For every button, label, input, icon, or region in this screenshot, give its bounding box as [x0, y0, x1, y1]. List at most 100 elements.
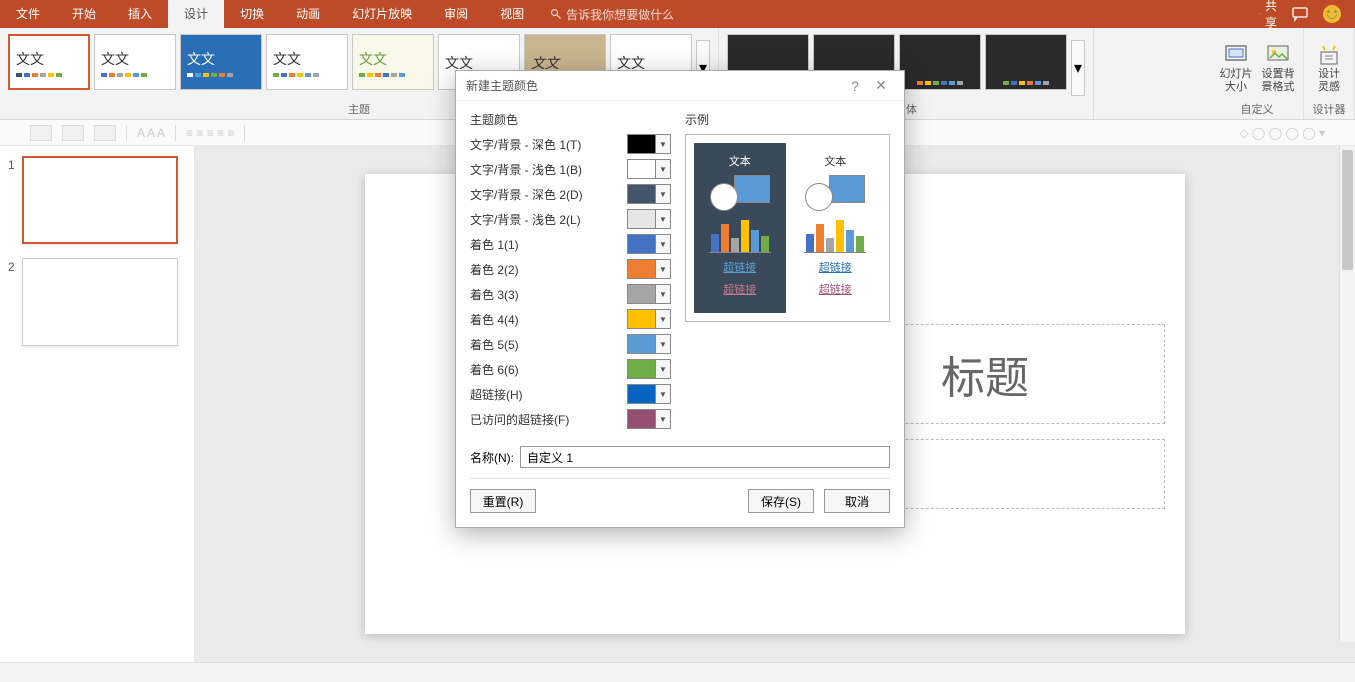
tell-me-search[interactable]: 告诉我你想要做什么 — [540, 6, 684, 23]
chevron-down-icon: ▼ — [656, 235, 670, 253]
color-row-9: 着色 6(6)▼ — [470, 359, 671, 379]
slide-size-icon — [1224, 44, 1248, 66]
preview-box: 文本 超链接 超链接 文本 超链接 超链接 — [685, 134, 890, 322]
color-label-1: 文字/背景 - 浅色 1(B) — [470, 161, 627, 178]
color-row-3: 文字/背景 - 浅色 2(L) ▼ — [470, 209, 671, 229]
color-swatch-3[interactable]: ▼ — [627, 209, 671, 229]
tab-home[interactable]: 开始 — [56, 0, 112, 28]
scroll-thumb[interactable] — [1342, 150, 1353, 270]
color-swatch-2[interactable]: ▼ — [627, 184, 671, 204]
themes-group-label: 主题 — [348, 101, 370, 117]
tab-review[interactable]: 审阅 — [428, 0, 484, 28]
tab-insert[interactable]: 插入 — [112, 0, 168, 28]
variant-thumb-4[interactable] — [985, 34, 1067, 90]
color-label-2: 文字/背景 - 深色 2(D) — [470, 186, 627, 203]
color-swatch-4[interactable]: ▼ — [627, 234, 671, 254]
color-row-11: 已访问的超链接(F)▼ — [470, 409, 671, 429]
slide-thumb-2[interactable] — [22, 258, 178, 346]
dialog-titlebar[interactable]: 新建主题颜色 ? ✕ — [456, 71, 904, 101]
color-label-4: 着色 1(1) — [470, 236, 627, 253]
dialog-close-button[interactable]: ✕ — [868, 73, 894, 99]
dialog-title: 新建主题颜色 — [466, 77, 538, 94]
color-row-0: 文字/背景 - 深色 1(T) ▼ — [470, 134, 671, 154]
theme-thumb-2[interactable]: 文文 — [94, 34, 176, 90]
color-row-5: 着色 2(2) ▼ — [470, 259, 671, 279]
theme-thumb-5[interactable]: 文文 — [352, 34, 434, 90]
preview-dark: 文本 超链接 超链接 — [694, 143, 786, 313]
color-label-3: 文字/背景 - 浅色 2(L) — [470, 211, 627, 228]
slide-thumbnails[interactable]: 1 2 — [0, 146, 195, 662]
ribbon-tabs: 文件 开始 插入 设计 切换 动画 幻灯片放映 审阅 视图 告诉我你想要做什么 … — [0, 0, 1355, 28]
preview-light: 文本 超链接 超链接 — [790, 143, 882, 313]
chevron-down-icon: ▼ — [656, 260, 670, 278]
theme-thumb-4[interactable]: 文文 — [266, 34, 348, 90]
font-ph: A A A — [137, 126, 165, 140]
title-text: 标题 — [941, 342, 1029, 406]
shape-ph: ◇ ◯ ◯ ◯ ◯ ▾ — [1239, 126, 1325, 140]
align-ph: ≡ ≡ ≡ ≡ ≡ — [186, 126, 234, 140]
designer-group-label: 设计器 — [1313, 101, 1346, 117]
status-bar — [0, 662, 1355, 682]
vertical-scrollbar[interactable] — [1339, 146, 1355, 642]
save-button[interactable]: 保存(S) — [748, 489, 814, 513]
chevron-down-icon: ▼ — [656, 210, 670, 228]
sample-label: 示例 — [685, 111, 890, 128]
tab-animation[interactable]: 动画 — [280, 0, 336, 28]
share-icon — [1259, 7, 1261, 21]
share-button[interactable]: 共享 — [1259, 5, 1277, 23]
tab-design[interactable]: 设计 — [168, 0, 224, 28]
customize-group-label: 自定义 — [1241, 101, 1274, 117]
ideas-icon — [1317, 44, 1341, 66]
color-swatch-7[interactable]: ▼ — [627, 309, 671, 329]
ph-3 — [94, 125, 116, 141]
comments-button[interactable] — [1291, 5, 1309, 23]
color-label-6: 着色 3(3) — [470, 286, 627, 303]
color-label-8: 着色 5(5) — [470, 336, 627, 353]
slide-thumb-1[interactable] — [22, 156, 178, 244]
tab-slideshow[interactable]: 幻灯片放映 — [336, 0, 428, 28]
reset-button[interactable]: 重置(R) — [470, 489, 536, 513]
tab-file[interactable]: 文件 — [0, 0, 56, 28]
ph-2 — [62, 125, 84, 141]
dialog-help-button[interactable]: ? — [842, 73, 868, 99]
color-label-0: 文字/背景 - 深色 1(T) — [470, 136, 627, 153]
color-swatch-1[interactable]: ▼ — [627, 159, 671, 179]
account-smile-icon[interactable] — [1323, 5, 1341, 23]
color-swatch-10[interactable]: ▼ — [627, 384, 671, 404]
color-label-10: 超链接(H) — [470, 386, 627, 403]
theme-thumb-1[interactable]: 文文 — [8, 34, 90, 90]
tab-view[interactable]: 视图 — [484, 0, 540, 28]
variants-more-button[interactable]: ▾ — [1071, 40, 1085, 96]
comment-icon — [1292, 6, 1308, 22]
slide-number-1: 1 — [8, 156, 22, 172]
color-swatch-8[interactable]: ▼ — [627, 334, 671, 354]
tell-me-label: 告诉我你想要做什么 — [566, 6, 674, 23]
theme-colors-label: 主题颜色 — [470, 111, 671, 128]
color-row-7: 着色 4(4)▼ — [470, 309, 671, 329]
theme-thumb-3[interactable]: 文文 — [180, 34, 262, 90]
bg-format-button[interactable]: 设置背 景格式 — [1257, 28, 1299, 106]
variant-thumb-3[interactable] — [899, 34, 981, 90]
chevron-down-icon: ▼ — [656, 285, 670, 303]
name-label: 名称(N): — [470, 449, 514, 466]
tab-transition[interactable]: 切换 — [224, 0, 280, 28]
color-swatch-11[interactable]: ▼ — [627, 409, 671, 429]
color-row-10: 超链接(H)▼ — [470, 384, 671, 404]
color-swatch-5[interactable]: ▼ — [627, 259, 671, 279]
chevron-down-icon: ▼ — [656, 135, 670, 153]
color-label-11: 已访问的超链接(F) — [470, 411, 627, 428]
color-swatch-9[interactable]: ▼ — [627, 359, 671, 379]
color-label-9: 着色 6(6) — [470, 361, 627, 378]
color-row-1: 文字/背景 - 浅色 1(B)▼ — [470, 159, 671, 179]
color-swatch-6[interactable]: ▼ — [627, 284, 671, 304]
design-ideas-button[interactable]: 设计 灵感 — [1308, 28, 1350, 106]
new-theme-colors-dialog: 新建主题颜色 ? ✕ 主题颜色 文字/背景 - 深色 1(T)▼文字/背景 - … — [455, 70, 905, 528]
cancel-button[interactable]: 取消 — [824, 489, 890, 513]
color-row-4: 着色 1(1) ▼ — [470, 234, 671, 254]
color-row-6: 着色 3(3) ▼ — [470, 284, 671, 304]
color-swatch-0[interactable]: ▼ — [627, 134, 671, 154]
slide-size-button[interactable]: 幻灯片 大小 — [1215, 28, 1257, 106]
name-input[interactable] — [520, 446, 890, 468]
color-label-5: 着色 2(2) — [470, 261, 627, 278]
chevron-down-icon: ▼ — [656, 310, 670, 328]
